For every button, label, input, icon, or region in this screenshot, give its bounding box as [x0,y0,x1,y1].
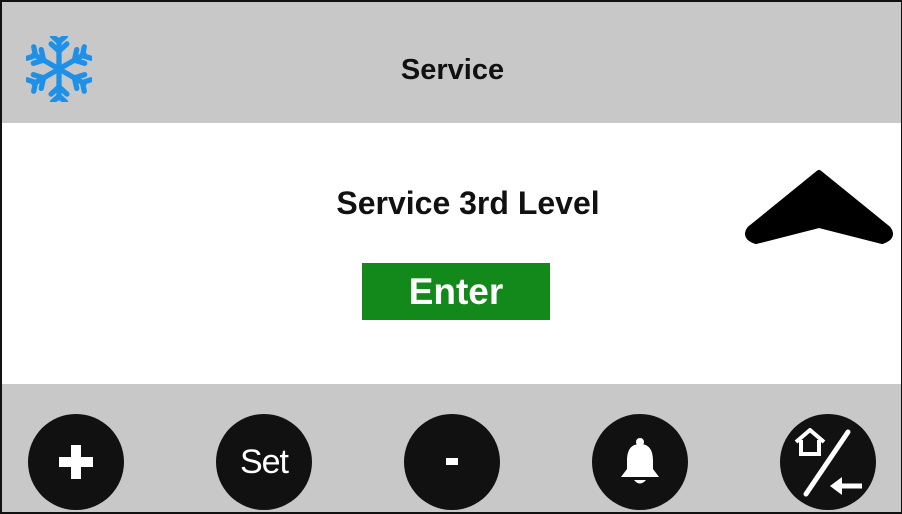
plus-icon [59,445,93,479]
main-panel: Service 3rd Level Enter [2,123,901,384]
home-back-icon [794,428,862,497]
alarm-button[interactable] [592,414,688,510]
footer-bar: Set [2,384,901,512]
minus-icon [446,458,458,465]
minus-button[interactable] [404,414,500,510]
home-back-button[interactable] [780,414,876,510]
plus-button[interactable] [28,414,124,510]
set-button[interactable]: Set [216,414,312,510]
page-title: Service [400,54,505,86]
bell-icon [621,438,659,484]
header-bar: Service [2,2,901,123]
chevron-up-icon[interactable] [744,167,894,251]
enter-button[interactable]: Enter [362,263,550,320]
set-button-label: Set [239,442,289,481]
